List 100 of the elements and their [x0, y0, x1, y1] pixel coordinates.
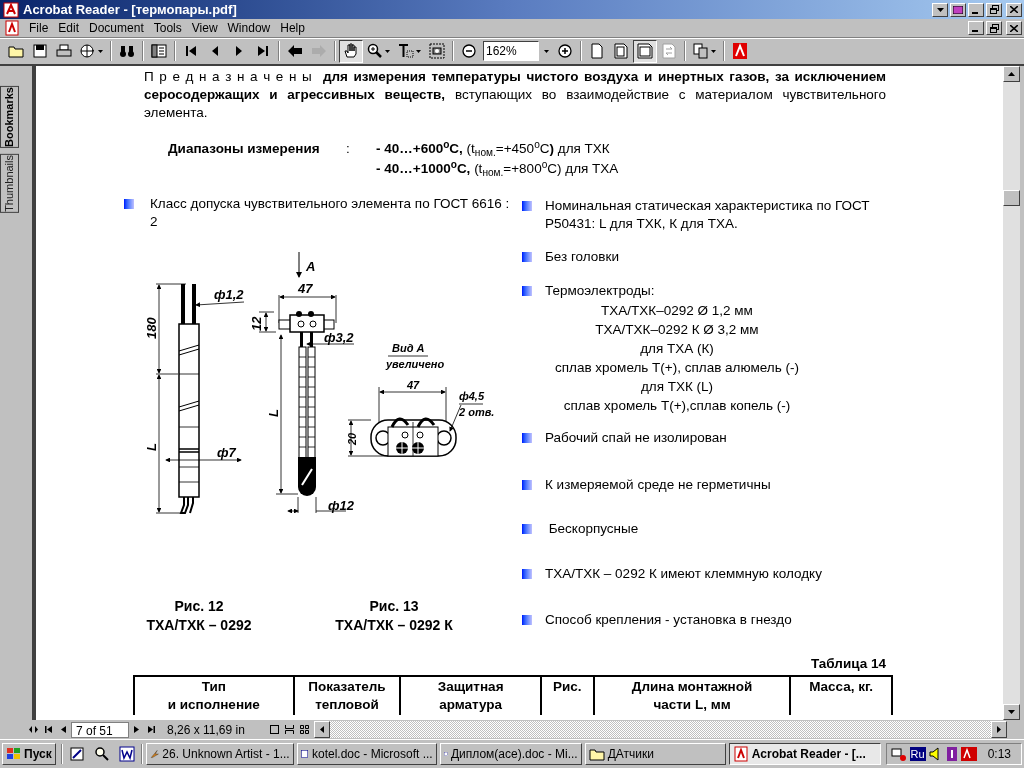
- pages-icon: [693, 43, 709, 59]
- restore-button[interactable]: [986, 2, 1002, 17]
- caret-icon: [543, 49, 549, 53]
- list-line: сплав хромель Т(+),сплав копель (-): [563, 397, 791, 415]
- minimize-button[interactable]: [968, 2, 984, 17]
- caret-icon: [936, 7, 944, 12]
- restore-button[interactable]: [986, 21, 1002, 35]
- taskbar-button[interactable]: Диплом(асе).doc - Mi...: [439, 743, 582, 765]
- window-title: Acrobat Reader - [термопары.pdf]: [23, 0, 237, 19]
- close-button[interactable]: [1006, 21, 1022, 35]
- taskbar-button[interactable]: kotel.doc - Microsoft ...: [296, 743, 437, 765]
- right-arrow-icon: [997, 726, 1001, 733]
- horizontal-scrollbar[interactable]: [314, 721, 1007, 738]
- scroll-right-button[interactable]: [991, 721, 1007, 738]
- menu-button[interactable]: [932, 2, 948, 17]
- column-header: Тип и исполнение: [135, 677, 295, 715]
- bullet-icon: [522, 286, 532, 296]
- bullet-text: Без головки: [545, 248, 620, 266]
- column-header: Длина монтажной части L, мм: [594, 677, 792, 715]
- bullet-icon: [522, 201, 532, 211]
- menu-item[interactable]: File: [24, 20, 54, 36]
- table-caption: Таблица 14: [810, 655, 886, 673]
- document-icon: [3, 1, 19, 18]
- dimension-label: ф3,2: [324, 330, 354, 345]
- panel-icon: [151, 43, 167, 59]
- ranges-label: Диапазоны измерения: [168, 140, 321, 158]
- dimension-label: 47: [298, 281, 313, 296]
- scroll-up-button[interactable]: [1003, 66, 1020, 82]
- printer-icon: [56, 43, 72, 59]
- left-arrow-icon: [320, 726, 324, 733]
- camera-icon: [429, 43, 445, 59]
- caret-icon: [98, 49, 103, 53]
- dimension-label: ф4,5: [459, 390, 485, 402]
- bullet-text: Класс допуска чувствительного элемента по ГОСТ 6616 : 2: [150, 195, 510, 231]
- taskbar-button[interactable]: 26. Unknown Artist - 1...: [145, 743, 294, 765]
- network-icon: [890, 746, 907, 762]
- menu-item[interactable]: Edit: [53, 20, 85, 36]
- menu-item[interactable]: Tools: [148, 20, 187, 36]
- side-tab[interactable]: Bookmarks: [0, 86, 19, 148]
- language-indicator[interactable]: Ru: [909, 747, 926, 761]
- side-tab[interactable]: Thumbnails: [0, 153, 19, 213]
- bullet-icon: [124, 199, 134, 209]
- menu-item[interactable]: Window: [222, 20, 276, 36]
- dimension-label: 2 отв.: [459, 406, 495, 418]
- scroll-thumb[interactable]: [1003, 190, 1020, 206]
- intro-paragraph: П р е д н а з н а ч е н ы для измерения температуры чистого воздуха и инертных газов, за исключением серосодержащих и агрессивных веществ, вступающих во взаимодействие с материалом чувствительного элемента.: [144, 68, 886, 122]
- figure-number: Рис. 13: [369, 597, 419, 616]
- start-button[interactable]: Пуск: [2, 743, 56, 765]
- page-number-field[interactable]: 7 of 51: [71, 721, 129, 738]
- close-icon: [1010, 6, 1018, 13]
- scroll-down-button[interactable]: [1003, 704, 1020, 720]
- dimension-label: увеличено: [386, 358, 445, 370]
- fit-width-button[interactable]: [633, 39, 657, 63]
- bullet-icon: [522, 480, 532, 490]
- taskbar-button[interactable]: ДАтчики: [584, 743, 726, 765]
- left-arrow-icon: [287, 43, 303, 59]
- menu-item[interactable]: Document: [84, 20, 149, 36]
- menu-item[interactable]: Help: [275, 20, 310, 36]
- first-page-icon: [44, 725, 53, 734]
- bullet-text: К измеряемой среде не герметичны: [545, 476, 772, 494]
- globe-icon: [80, 43, 96, 59]
- zoom-field[interactable]: 162%: [483, 41, 539, 61]
- app-menu-button[interactable]: [950, 2, 966, 17]
- reflow-icon: [661, 43, 677, 59]
- dimension-label: ф12: [328, 498, 354, 513]
- dimension-label: 12: [249, 316, 264, 331]
- dimension-label: ф7: [217, 445, 236, 460]
- figure-caption: ТХА/ТХК – 0292: [146, 616, 252, 635]
- close-icon: [1010, 24, 1018, 32]
- text-select-icon: [398, 43, 414, 59]
- magnifier-icon: [367, 43, 383, 59]
- hand-icon: [343, 43, 359, 59]
- dimension-label: ф1,2: [214, 287, 244, 302]
- minimize-button[interactable]: [968, 21, 984, 35]
- scroll-left-button[interactable]: [314, 721, 330, 738]
- close-button[interactable]: [1006, 2, 1022, 17]
- bullet-icon: [522, 524, 532, 534]
- up-arrow-icon: [1008, 72, 1015, 76]
- hand-tool-button[interactable]: [339, 39, 363, 63]
- binoculars-icon: [119, 43, 135, 59]
- taskbar-button[interactable]: Acrobat Reader - [...: [728, 743, 881, 765]
- down-arrow-icon: [1008, 710, 1015, 714]
- caret-icon: [385, 49, 390, 53]
- magnifier-icon: [93, 746, 110, 762]
- app-tray-icon: [945, 746, 958, 762]
- restore-icon: [989, 5, 999, 14]
- list-line: для ТХА (К): [640, 340, 714, 358]
- column-header: Рис.: [541, 677, 595, 715]
- bullet-text: Бескорпусные: [547, 520, 640, 538]
- bullet-icon: [522, 252, 532, 262]
- double-arrow-icon: [29, 725, 38, 734]
- list-line: ТХА/ТХК–0292 К Ø 3,2 мм: [595, 321, 759, 339]
- menu-item[interactable]: View: [186, 20, 223, 36]
- bullet-text: Рабочий спай не изолирован: [545, 429, 728, 447]
- folder-icon: [588, 746, 605, 762]
- facing-pages-icon: [300, 725, 309, 734]
- bullet-text: Способ крепления - установка в гнездо: [545, 611, 793, 629]
- bullet-text: ТХА/ТХК – 0292 К имеют клеммную колодку: [545, 565, 823, 583]
- vertical-scrollbar[interactable]: [1003, 66, 1020, 720]
- last-page-icon: [255, 43, 271, 59]
